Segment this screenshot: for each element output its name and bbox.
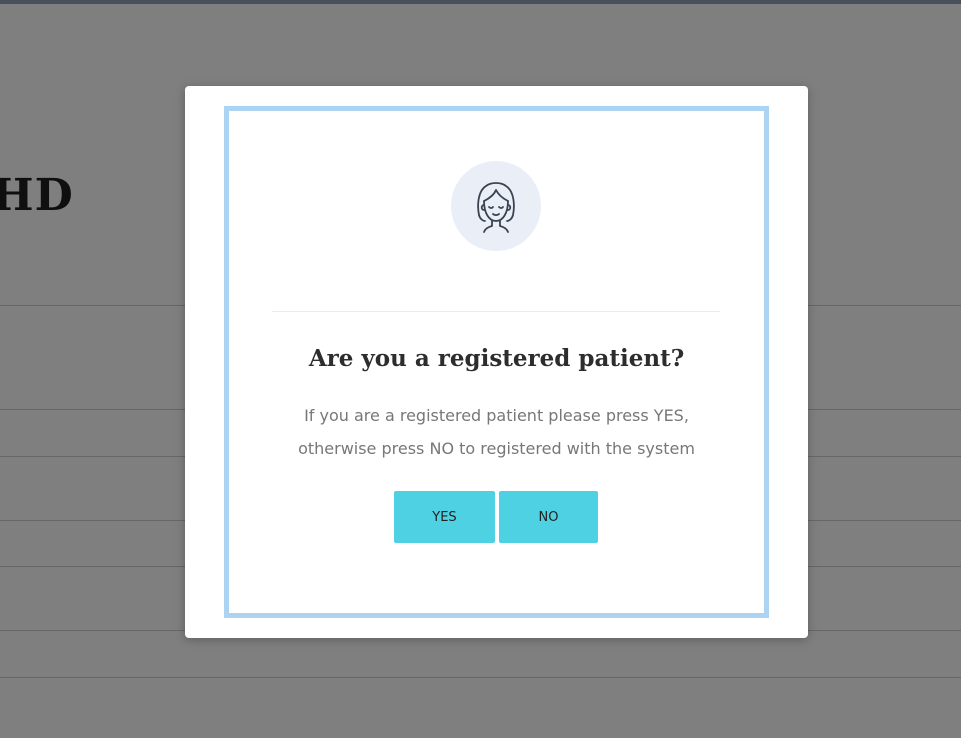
dialog-message-line: otherwise press NO to registered with th… bbox=[298, 439, 695, 458]
yes-button[interactable]: YES bbox=[394, 491, 495, 543]
dialog-title: Are you a registered patient? bbox=[308, 345, 685, 372]
dialog-message-line: If you are a registered patient please p… bbox=[304, 406, 689, 425]
dialog-frame: Are you a registered patient? If you are… bbox=[224, 106, 769, 618]
registered-patient-dialog: Are you a registered patient? If you are… bbox=[185, 86, 808, 638]
woman-face-icon bbox=[477, 182, 515, 233]
no-button[interactable]: NO bbox=[499, 491, 598, 543]
dialog-message: If you are a registered patient please p… bbox=[269, 399, 724, 465]
dialog-divider bbox=[272, 311, 720, 312]
avatar bbox=[451, 161, 541, 251]
